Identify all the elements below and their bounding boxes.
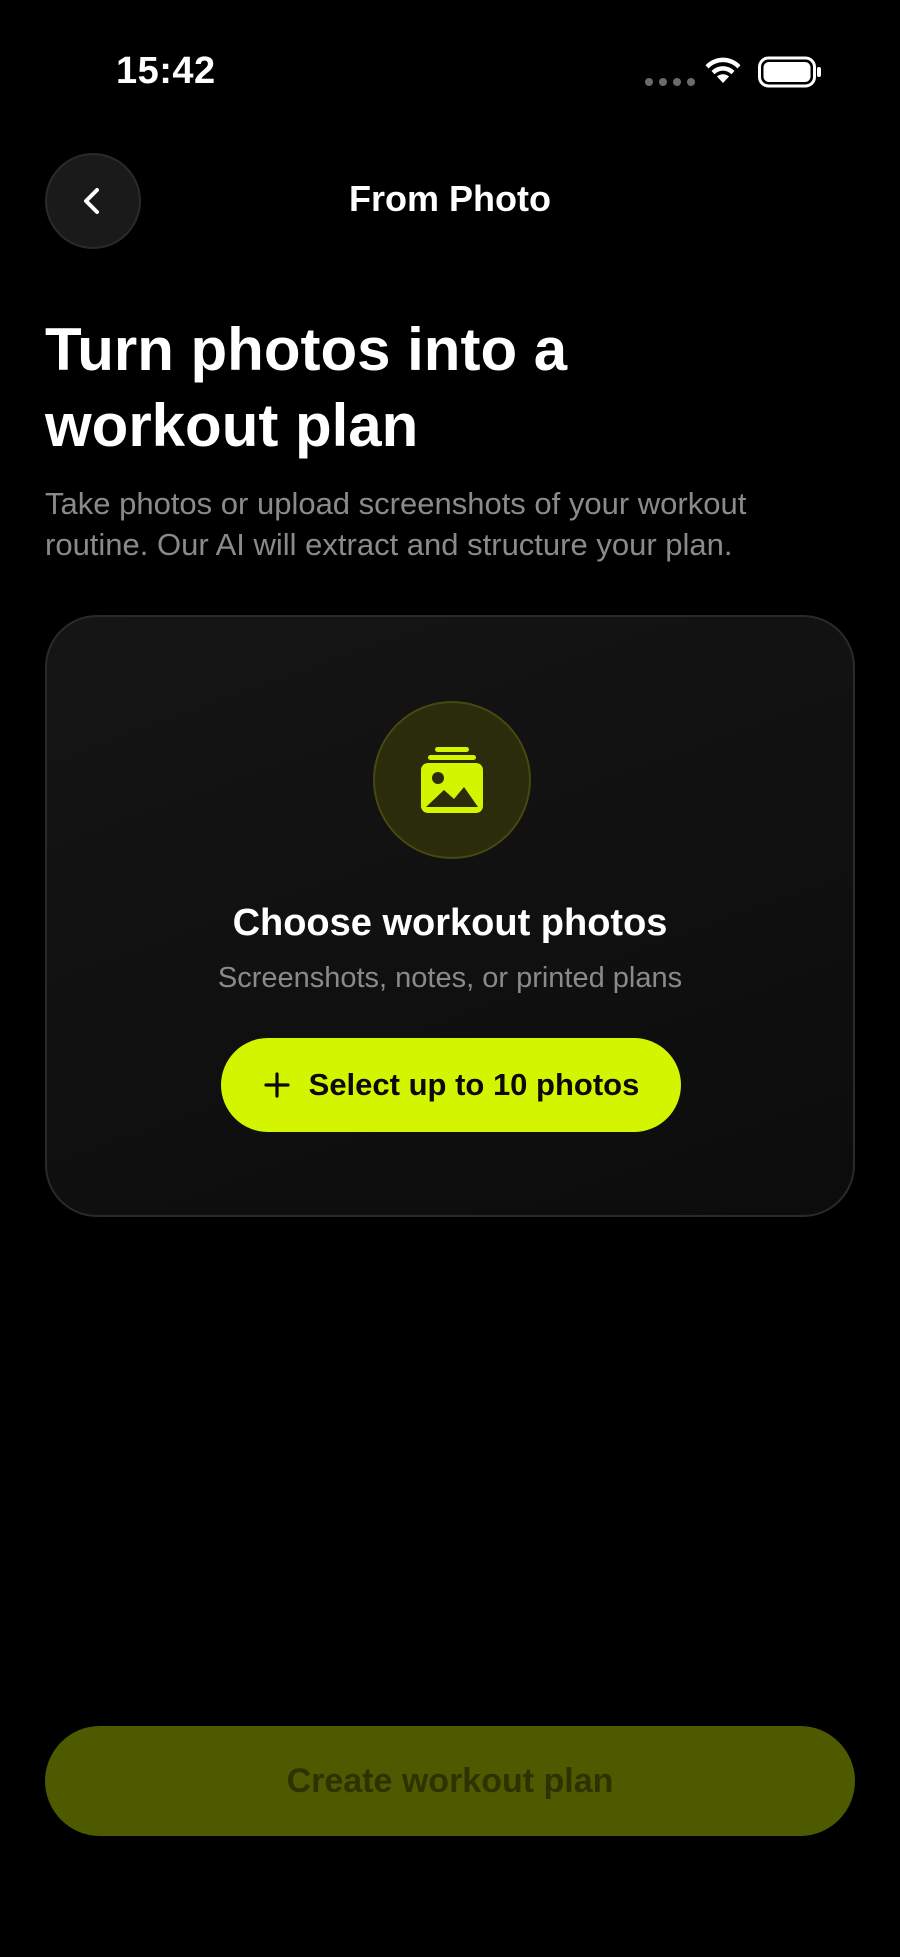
create-workout-plan-label: Create workout plan	[286, 1761, 614, 1800]
page-subtitle: Take photos or upload screenshots of you…	[45, 483, 865, 565]
wifi-icon	[705, 57, 741, 83]
page-title-line-2: workout plan	[45, 392, 419, 459]
card-subtitle: Screenshots, notes, or printed plans	[217, 962, 683, 994]
upload-card[interactable]: Choose workout photos Screenshots, notes…	[45, 615, 855, 1217]
page-subtitle-line-2: routine. Our AI will extract and structu…	[45, 527, 733, 562]
page-title: Turn photos into a workout plan	[45, 312, 825, 464]
nav-title: From Photo	[349, 178, 551, 219]
select-photos-button[interactable]: Select up to 10 photos	[221, 1038, 681, 1132]
page-subtitle-line-1: Take photos or upload screenshots of you…	[45, 486, 747, 521]
status-time: 15:42	[116, 50, 216, 92]
plus-icon	[264, 1072, 290, 1098]
photo-badge	[373, 701, 531, 859]
battery-icon	[758, 56, 821, 88]
photo-stack-icon	[421, 747, 483, 813]
create-workout-plan-button[interactable]: Create workout plan	[45, 1726, 855, 1836]
status-bar: 15:42	[0, 0, 900, 130]
select-photos-label: Select up to 10 photos	[308, 1067, 640, 1102]
page-title-line-1: Turn photos into a	[45, 316, 568, 383]
signal-dots-icon	[645, 78, 695, 86]
card-title: Choose workout photos	[232, 902, 668, 944]
